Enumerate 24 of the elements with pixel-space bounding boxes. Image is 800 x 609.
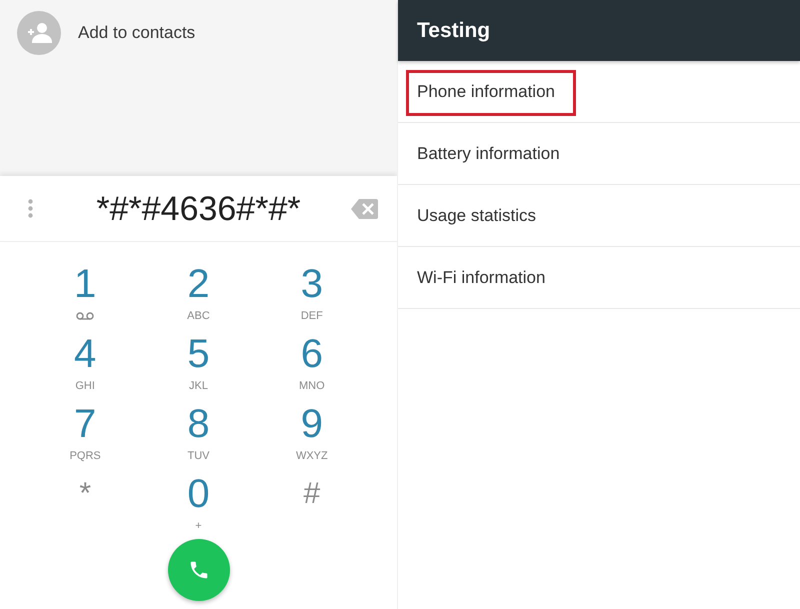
dial-key[interactable]: 4 GHI xyxy=(28,320,142,390)
dial-key[interactable]: 2 ABC xyxy=(142,250,256,320)
menu-item[interactable]: Battery information xyxy=(398,123,800,185)
dial-key[interactable]: 6 MNO xyxy=(255,320,368,390)
dial-key[interactable]: 7 PQRS xyxy=(28,390,142,460)
voicemail-icon xyxy=(76,312,94,320)
dial-key[interactable]: # xyxy=(255,460,368,530)
dial-key[interactable]: 1 xyxy=(28,250,142,320)
dial-key[interactable]: 3 DEF xyxy=(255,250,368,320)
dial-key[interactable]: * xyxy=(28,460,142,530)
backspace-icon[interactable] xyxy=(351,198,378,218)
menu-item[interactable]: Phone information xyxy=(398,61,800,123)
dialed-number-field[interactable]: *#*#4636#*#* xyxy=(60,188,337,228)
dial-key[interactable]: 9 WXYZ xyxy=(255,390,368,460)
screen-title: Testing xyxy=(417,18,490,44)
call-button[interactable] xyxy=(168,539,230,601)
dial-key[interactable]: 8 TUV xyxy=(142,390,256,460)
dial-key[interactable]: 0 + xyxy=(142,460,256,530)
menu-item[interactable]: Usage statistics xyxy=(398,185,800,247)
add-person-icon xyxy=(17,11,61,55)
more-options-icon[interactable] xyxy=(28,199,33,218)
add-to-contacts-button[interactable]: Add to contacts xyxy=(17,11,196,55)
dial-key[interactable]: 5 JKL xyxy=(142,320,256,390)
menu-item[interactable]: Wi-Fi information xyxy=(398,247,800,309)
